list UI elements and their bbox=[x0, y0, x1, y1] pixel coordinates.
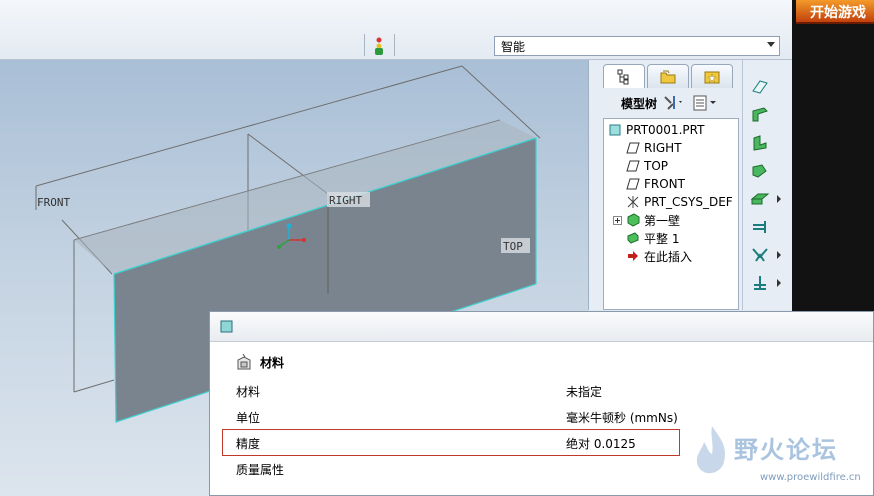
settings-tools-icon[interactable] bbox=[661, 94, 685, 112]
model-tree-title: 模型树 bbox=[621, 96, 658, 111]
expand-plus-icon[interactable] bbox=[612, 213, 622, 227]
dialog-title-bar[interactable] bbox=[210, 312, 873, 342]
part-icon bbox=[608, 123, 622, 137]
tree-item-flat-wall[interactable]: 平整 1 bbox=[626, 229, 679, 247]
tab-folder-browser[interactable] bbox=[647, 64, 689, 88]
datum-plane-icon bbox=[626, 159, 640, 173]
ad-banner-text: 开始游戏 bbox=[810, 5, 866, 21]
corner-tool-button[interactable] bbox=[749, 216, 771, 238]
property-key: 材料 bbox=[236, 385, 261, 399]
chevron-down-icon[interactable] bbox=[767, 42, 775, 47]
flat-wall-icon bbox=[626, 231, 640, 245]
tree-item-label: 第一壁 bbox=[644, 213, 681, 228]
flat-tool-button[interactable] bbox=[749, 188, 771, 210]
csys-icon bbox=[626, 195, 640, 209]
tree-item-top[interactable]: TOP bbox=[626, 157, 668, 175]
wall-tool-button[interactable] bbox=[749, 104, 771, 126]
tree-item-first-wall[interactable]: 第一壁 bbox=[612, 211, 680, 229]
toolbar-separator bbox=[394, 34, 395, 56]
tree-item-label: RIGHT bbox=[644, 141, 682, 155]
model-tree-list[interactable]: PRT0001.PRT RIGHT TOP FRONT PRT_CSYS_DEF bbox=[603, 118, 739, 310]
datum-plane-icon bbox=[626, 177, 640, 191]
tree-item-label: PRT0001.PRT bbox=[626, 123, 705, 137]
tree-item-front[interactable]: FRONT bbox=[626, 175, 685, 193]
bend-tool-button[interactable] bbox=[749, 244, 771, 266]
flame-logo-icon bbox=[696, 426, 726, 474]
feature-toolbar bbox=[742, 60, 792, 310]
extend-tool-button[interactable] bbox=[749, 160, 771, 182]
tree-item-label: PRT_CSYS_DEF bbox=[644, 195, 733, 209]
ad-banner[interactable]: 开始游戏 bbox=[796, 0, 874, 24]
flat-tool-arrow[interactable] bbox=[777, 195, 781, 203]
rip-tool-button[interactable] bbox=[749, 272, 771, 294]
property-value: 毫米牛顿秒 (mmNs) bbox=[566, 411, 678, 425]
tab-favorites[interactable] bbox=[691, 64, 733, 88]
corner-relief-icon bbox=[753, 221, 766, 233]
folder-icon bbox=[660, 70, 676, 83]
navigator-tabs bbox=[603, 64, 733, 88]
unbend-tool-button[interactable] bbox=[749, 76, 771, 98]
toolbar-separator bbox=[364, 34, 365, 56]
tree-item-label: FRONT bbox=[644, 177, 685, 191]
datum-label-top[interactable]: TOP bbox=[503, 240, 523, 253]
datum-label-right[interactable]: RIGHT bbox=[329, 194, 362, 207]
property-row-material[interactable]: 材料 未指定 bbox=[222, 378, 872, 402]
tab-model-tree[interactable] bbox=[603, 64, 645, 88]
tree-item-insert-here[interactable]: 在此插入 bbox=[626, 247, 692, 265]
rip-tool-arrow[interactable] bbox=[777, 279, 781, 287]
watermark-url: www.proewildfire.cn bbox=[760, 472, 861, 483]
top-plane-edge bbox=[73, 379, 115, 393]
selection-filter-value: 智能 bbox=[501, 39, 526, 54]
sheetmetal-wall-icon bbox=[626, 213, 640, 227]
tree-icon bbox=[617, 69, 629, 84]
model-tree-panel: 模型树 PRT0001.PRT RIGHT TOP FRONT PRT_CSYS… bbox=[588, 60, 742, 310]
property-key: 质量属性 bbox=[236, 463, 285, 477]
top-toolbar: 智能 bbox=[0, 0, 792, 60]
material-icon bbox=[237, 353, 251, 370]
watermark: 野火论坛 www.proewildfire.cn bbox=[690, 420, 874, 496]
selection-filter-select[interactable]: 智能 bbox=[494, 36, 780, 56]
tree-item-csys[interactable]: PRT_CSYS_DEF bbox=[626, 193, 733, 211]
extend-icon bbox=[752, 164, 767, 178]
show-options-icon[interactable] bbox=[691, 94, 719, 112]
flange-tool-button[interactable] bbox=[749, 132, 771, 154]
part-icon bbox=[220, 320, 233, 333]
flat-wall-tool-icon bbox=[750, 193, 770, 205]
favorites-icon bbox=[704, 71, 720, 83]
tree-item-right[interactable]: RIGHT bbox=[626, 139, 682, 157]
bend-tool-arrow[interactable] bbox=[777, 251, 781, 259]
unbend-icon bbox=[752, 80, 768, 94]
bend-icon bbox=[752, 248, 768, 262]
tree-item-part[interactable]: PRT0001.PRT bbox=[608, 121, 704, 139]
model-tree-header: 模型树 bbox=[597, 90, 739, 116]
status-light-icon[interactable] bbox=[374, 36, 384, 56]
rip-icon bbox=[754, 276, 766, 290]
flange-icon bbox=[753, 135, 767, 151]
datum-label-front[interactable]: FRONT bbox=[37, 196, 70, 209]
watermark-name: 野火论坛 bbox=[734, 436, 838, 464]
datum-plane-icon bbox=[626, 141, 640, 155]
property-key: 精度 bbox=[236, 437, 261, 451]
tree-item-label: 平整 1 bbox=[644, 231, 680, 246]
wall-icon bbox=[752, 107, 768, 122]
property-value: 绝对 0.0125 bbox=[566, 437, 636, 451]
material-section-title: 材料 bbox=[260, 355, 285, 370]
insert-here-icon bbox=[626, 249, 640, 263]
tree-item-label: TOP bbox=[644, 159, 669, 173]
property-key: 单位 bbox=[236, 411, 261, 425]
property-value: 未指定 bbox=[566, 385, 603, 399]
tree-item-label: 在此插入 bbox=[644, 249, 693, 264]
material-section-header: 材料 bbox=[234, 352, 284, 372]
